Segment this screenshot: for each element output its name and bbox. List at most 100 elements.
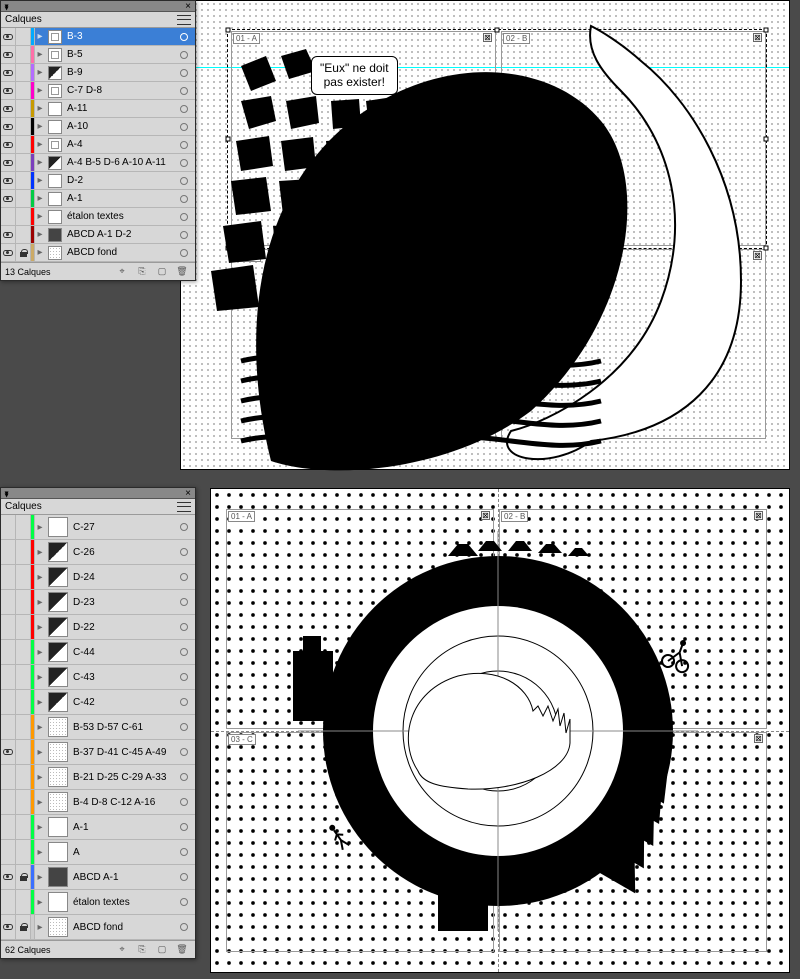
layer-target[interactable] — [176, 669, 192, 685]
layer-target[interactable] — [176, 619, 192, 635]
layer-name[interactable]: D-2 — [65, 175, 176, 186]
layer-list-top[interactable]: ▸B-3▸B-5▸B-9▸C-7 D-8▸A-11▸A-10▸A-4▸A-4 B… — [1, 28, 195, 262]
layer-name[interactable]: B-53 D-57 C-61 — [71, 722, 176, 733]
lock-toggle[interactable] — [16, 28, 31, 45]
layer-name[interactable]: A-4 — [65, 139, 176, 150]
visibility-toggle[interactable] — [1, 244, 16, 261]
layer-target[interactable] — [176, 869, 192, 885]
panel-close-x[interactable]: × — [185, 488, 191, 499]
footer-btn-new-sublayer[interactable]: ⎘ — [133, 265, 151, 279]
visibility-toggle[interactable] — [1, 28, 16, 45]
layer-row[interactable]: ▸ C-42 — [1, 690, 195, 715]
layer-name[interactable]: B-37 D-41 C-45 A-49 — [71, 747, 176, 758]
lock-toggle[interactable] — [16, 665, 31, 689]
visibility-toggle[interactable] — [1, 590, 16, 614]
layer-row[interactable]: ▸C-44 — [1, 640, 195, 665]
layer-row[interactable]: ▸A — [1, 840, 195, 865]
lock-toggle[interactable] — [16, 100, 31, 117]
layer-name[interactable]: D-24 — [71, 572, 176, 583]
layer-target[interactable] — [176, 819, 192, 835]
footer-btn-new-sublayer[interactable]: ⎘ — [133, 943, 151, 957]
layer-row[interactable]: ▸C-43 — [1, 665, 195, 690]
disclosure-triangle[interactable]: ▸ — [35, 722, 45, 733]
disclosure-triangle[interactable]: ▸ — [35, 547, 45, 558]
disclosure-triangle[interactable]: ▸ — [35, 121, 45, 132]
layer-row[interactable]: ▸étalon textes — [1, 208, 195, 226]
layer-row[interactable]: ▸ A-4 — [1, 136, 195, 154]
layer-name[interactable]: A — [71, 847, 176, 858]
disclosure-triangle[interactable]: ▸ — [35, 797, 45, 808]
layer-target[interactable] — [176, 844, 192, 860]
disclosure-triangle[interactable]: ▸ — [35, 85, 45, 96]
visibility-toggle[interactable] — [1, 100, 16, 117]
disclosure-triangle[interactable]: ▸ — [35, 522, 45, 533]
layer-target[interactable] — [176, 919, 192, 935]
footer-btn-locate[interactable]: ⌖ — [113, 265, 131, 279]
layer-row[interactable]: ▸ABCD A-1 — [1, 865, 195, 890]
layer-row[interactable]: ▸ B-9 — [1, 64, 195, 82]
lock-toggle[interactable] — [16, 715, 31, 739]
lock-toggle[interactable] — [16, 865, 31, 889]
lock-toggle[interactable] — [16, 590, 31, 614]
canvas-top[interactable]: 01 - A ⊠ 02 - B ⊠ 03 - C ⊠ 04 - D ⊠ — [180, 0, 790, 470]
layer-row[interactable]: ▸B-21 D-25 C-29 A-33 — [1, 765, 195, 790]
disclosure-triangle[interactable]: ▸ — [35, 672, 45, 683]
disclosure-triangle[interactable]: ▸ — [35, 139, 45, 150]
visibility-toggle[interactable] — [1, 765, 16, 789]
panel-collapse-icon[interactable]: ▸▸ — [3, 491, 12, 495]
layer-row[interactable]: ▸ABCD fond — [1, 915, 195, 940]
layer-row[interactable]: ▸A-11 — [1, 100, 195, 118]
footer-btn-trash[interactable]: 🗑 — [173, 943, 191, 957]
lock-toggle[interactable] — [16, 815, 31, 839]
layer-row[interactable]: ▸ B-53 D-57 C-61 — [1, 715, 195, 740]
visibility-toggle[interactable] — [1, 118, 16, 135]
layer-target[interactable] — [176, 119, 192, 135]
footer-btn-locate[interactable]: ⌖ — [113, 943, 131, 957]
disclosure-triangle[interactable]: ▸ — [35, 49, 45, 60]
visibility-toggle[interactable] — [1, 915, 16, 939]
layer-name[interactable]: ABCD fond — [65, 247, 176, 258]
layer-name[interactable]: C-27 — [71, 522, 176, 533]
layer-row[interactable]: ▸D-23 — [1, 590, 195, 615]
layer-name[interactable]: D-23 — [71, 597, 176, 608]
visibility-toggle[interactable] — [1, 665, 16, 689]
layer-row[interactable]: ▸ A-4 B-5 D-6 A-10 A-11 — [1, 154, 195, 172]
lock-toggle[interactable] — [16, 640, 31, 664]
lock-toggle[interactable] — [16, 615, 31, 639]
layer-target[interactable] — [176, 694, 192, 710]
visibility-toggle[interactable] — [1, 690, 16, 714]
visibility-toggle[interactable] — [1, 190, 16, 207]
layer-name[interactable]: C-42 — [71, 697, 176, 708]
footer-btn-new-layer[interactable]: ▢ — [153, 943, 171, 957]
visibility-toggle[interactable] — [1, 640, 16, 664]
lock-toggle[interactable] — [16, 915, 31, 939]
disclosure-triangle[interactable]: ▸ — [35, 622, 45, 633]
visibility-toggle[interactable] — [1, 815, 16, 839]
lock-toggle[interactable] — [16, 515, 31, 539]
visibility-toggle[interactable] — [1, 715, 16, 739]
disclosure-triangle[interactable]: ▸ — [35, 697, 45, 708]
visibility-toggle[interactable] — [1, 82, 16, 99]
lock-toggle[interactable] — [16, 154, 31, 171]
layer-row[interactable]: ▸étalon textes — [1, 890, 195, 915]
layer-name[interactable]: A-4 B-5 D-6 A-10 A-11 — [65, 157, 176, 168]
layer-name[interactable]: A-1 — [65, 193, 176, 204]
layer-target[interactable] — [176, 155, 192, 171]
disclosure-triangle[interactable]: ▸ — [35, 872, 45, 883]
panel-menu-icon[interactable] — [177, 502, 191, 512]
disclosure-triangle[interactable]: ▸ — [35, 847, 45, 858]
layer-row[interactable]: ▸C-26 — [1, 540, 195, 565]
lock-toggle[interactable] — [16, 890, 31, 914]
layer-row[interactable]: ▸D-24 — [1, 565, 195, 590]
layers-panel-top[interactable]: ▸▸ × Calques ▸B-3▸B-5▸B-9▸C-7 D-8▸A-11▸A… — [0, 0, 196, 281]
layer-row[interactable]: ▸A-10 — [1, 118, 195, 136]
layer-row[interactable]: ▸D-22 — [1, 615, 195, 640]
disclosure-triangle[interactable]: ▸ — [35, 157, 45, 168]
layer-name[interactable]: B-9 — [65, 67, 176, 78]
visibility-toggle[interactable] — [1, 64, 16, 81]
lock-toggle[interactable] — [16, 208, 31, 225]
layer-name[interactable]: A-1 — [71, 822, 176, 833]
layer-row[interactable]: ▸ C-27 — [1, 515, 195, 540]
disclosure-triangle[interactable]: ▸ — [35, 67, 45, 78]
layer-row[interactable]: ▸B-37 D-41 C-45 A-49 — [1, 740, 195, 765]
